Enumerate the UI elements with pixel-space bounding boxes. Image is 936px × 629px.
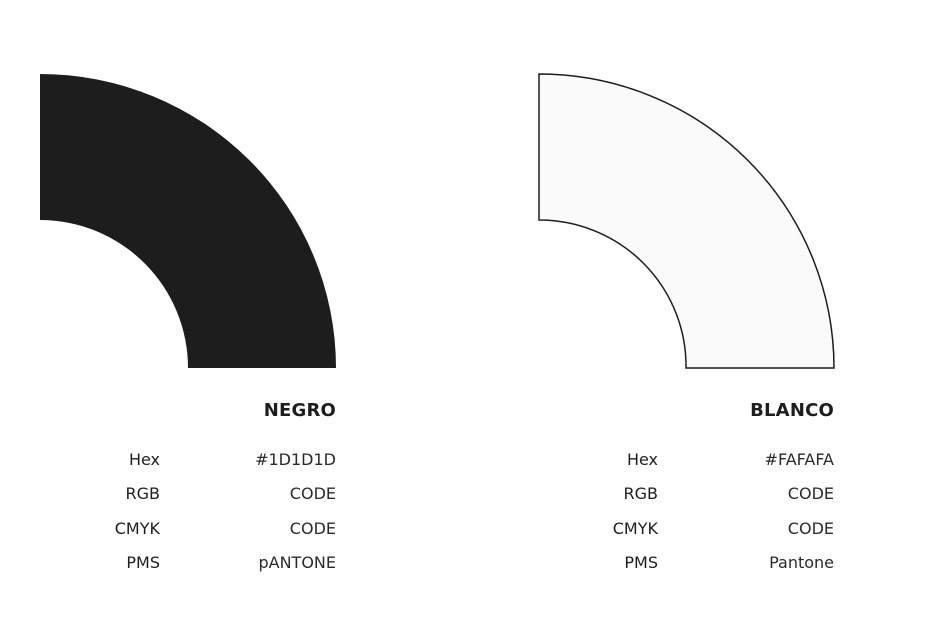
spec-row-rgb: RGB CODE — [498, 484, 835, 506]
quarter-ring-blanco — [538, 73, 835, 369]
color-shape-blanco — [538, 73, 835, 369]
spec-value: #1D1D1D — [255, 450, 336, 469]
spec-value: CODE — [289, 519, 336, 538]
spec-row-rgb: RGB CODE — [0, 484, 337, 506]
spec-label: Hex — [626, 450, 658, 469]
color-name-negro: NEGRO — [263, 400, 336, 421]
spec-label: CMYK — [114, 519, 160, 538]
color-shape-negro — [40, 74, 336, 368]
color-name-blanco: BLANCO — [750, 400, 834, 421]
spec-value: pANTONE — [258, 553, 336, 572]
spec-value: CODE — [289, 484, 336, 503]
color-swatch-blanco: BLANCO Hex #FAFAFA RGB CODE CMYK CODE PM… — [498, 0, 936, 629]
spec-label: CMYK — [612, 519, 658, 538]
spec-row-hex: Hex #1D1D1D — [0, 450, 336, 472]
spec-label: PMS — [624, 553, 658, 572]
spec-value: CODE — [787, 519, 834, 538]
spec-label: RGB — [125, 484, 161, 503]
spec-row-cmyk: CMYK CODE — [498, 519, 834, 541]
spec-row-cmyk: CMYK CODE — [0, 519, 336, 541]
spec-value: Pantone — [769, 553, 834, 572]
spec-row-pms: PMS Pantone — [498, 553, 834, 575]
spec-row-pms: PMS pANTONE — [0, 553, 336, 575]
spec-row-hex: Hex #FAFAFA — [498, 450, 834, 472]
spec-label: PMS — [126, 553, 160, 572]
spec-label: Hex — [128, 450, 160, 469]
color-swatch-negro: NEGRO Hex #1D1D1D RGB CODE CMYK CODE PMS… — [0, 0, 460, 629]
spec-value: CODE — [787, 484, 834, 503]
spec-value: #FAFAFA — [764, 450, 834, 469]
spec-label: RGB — [623, 484, 659, 503]
quarter-ring-negro — [40, 74, 336, 368]
